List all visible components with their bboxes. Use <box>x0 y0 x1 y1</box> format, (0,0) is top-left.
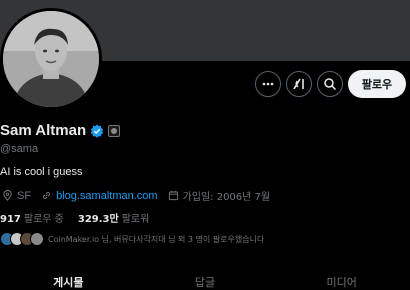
mini-avatar <box>30 232 44 246</box>
join-date-text: 가입일: 2006년 7월 <box>182 192 271 203</box>
calendar-icon <box>168 190 178 201</box>
followers-label: 팔로워 <box>121 214 150 225</box>
follow-stats: 917 팔로우 중 329.3만 팔로워 <box>0 210 163 225</box>
followers-count: 329.3만 <box>77 214 119 225</box>
tab-posts[interactable]: 게시물 <box>0 266 137 290</box>
following-count: 917 <box>0 214 21 225</box>
search-icon <box>324 78 337 91</box>
join-date: 가입일: 2006년 7월 <box>168 188 271 203</box>
affiliation-badge-icon[interactable] <box>108 124 121 137</box>
tab-media[interactable]: 미디어 <box>273 266 410 290</box>
followed-by-text: CoinMaker.io 님, 버뮤다사각지대 님 외 3 명이 팔로우했습니다 <box>48 234 265 244</box>
more-options-button[interactable] <box>255 71 281 97</box>
profile-meta: SF blog.samaltman.com 가입일: 2006년 7월 <box>2 188 280 203</box>
location-text: SF <box>17 189 32 202</box>
search-profile-button[interactable] <box>317 71 343 97</box>
profile-avatar[interactable] <box>0 8 102 110</box>
followers-stat[interactable]: 329.3만 팔로워 <box>78 210 149 225</box>
tab-replies[interactable]: 답글 <box>137 266 274 290</box>
following-label: 팔로우 중 <box>23 214 64 225</box>
link-icon <box>43 192 51 199</box>
bio: AI is cool i guess <box>0 166 83 178</box>
website-link[interactable]: blog.samaltman.com <box>56 190 158 202</box>
website[interactable]: blog.samaltman.com <box>41 190 158 202</box>
following-stat[interactable]: 917 팔로우 중 <box>0 210 64 225</box>
location-pin-icon <box>3 190 12 201</box>
more-horizontal-icon <box>262 82 274 86</box>
avatar-photo <box>3 11 99 107</box>
followers-you-know-avatars <box>0 232 44 246</box>
followed-by[interactable]: CoinMaker.io 님, 버뮤다사각지대 님 외 3 명이 팔로우했습니다 <box>0 232 264 246</box>
profile-tabs: 게시물 답글 미디어 <box>0 266 410 290</box>
name-row: Sam Altman <box>0 122 121 139</box>
handle: @sama <box>0 143 39 155</box>
display-name: Sam Altman <box>0 122 87 139</box>
verified-badge-icon[interactable] <box>90 124 104 138</box>
follow-button[interactable]: 팔로우 <box>348 70 406 98</box>
grok-button[interactable] <box>286 71 312 97</box>
grok-icon <box>293 78 304 90</box>
location: SF <box>2 190 31 202</box>
